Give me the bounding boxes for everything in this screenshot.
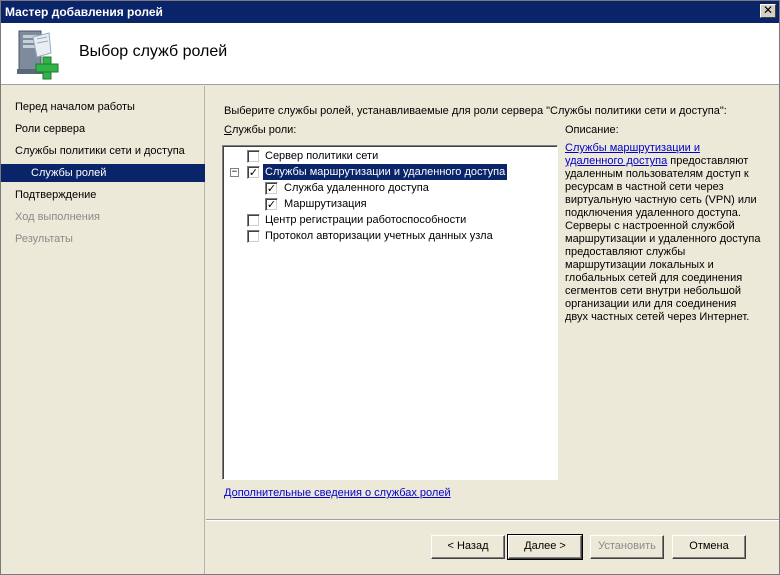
install-button: Установить (590, 535, 664, 559)
nav-item-network-policy-services[interactable]: Службы политики сети и доступа (1, 142, 205, 160)
checkbox-routing[interactable]: ✓ (265, 198, 278, 211)
check-icon: ✓ (266, 182, 277, 195)
tree-item-nps[interactable]: Сервер политики сети (223, 148, 553, 164)
close-icon: ✕ (762, 3, 774, 17)
checkbox-remote-access-service[interactable]: ✓ (265, 182, 278, 195)
nav-item-progress: Ход выполнения (15, 211, 100, 223)
tree-item-label: Служба удаленного доступа (284, 182, 429, 194)
checkbox-nps[interactable] (247, 150, 260, 163)
nav-item-before-you-begin[interactable]: Перед началом работы (1, 98, 205, 116)
back-button[interactable]: < Назад (431, 535, 505, 559)
tree-item-hcap[interactable]: Протокол авторизации учетных данных узла (223, 228, 553, 244)
page-title: Выбор служб ролей (79, 43, 228, 60)
wizard-content: Выберите службы ролей, устанавливаемые д… (206, 86, 779, 574)
checkbox-hcap[interactable] (247, 230, 260, 243)
instruction-text: Выберите службы ролей, устанавливаемые д… (224, 105, 727, 117)
tree-item-label: Службы маршрутизации и удаленного доступ… (263, 164, 508, 180)
more-info-link[interactable]: Дополнительные сведения о службах ролей (224, 487, 451, 499)
cancel-button[interactable]: Отмена (672, 535, 746, 559)
title-bar[interactable]: Мастер добавления ролей ✕ (1, 1, 779, 23)
wizard-nav: Перед началом работы Роли сервера Службы… (1, 86, 205, 574)
tree-item-label: Протокол авторизации учетных данных узла (265, 230, 493, 242)
tree-item-rras[interactable]: − ✓ Службы маршрутизации и удаленного до… (223, 164, 553, 180)
description-body: предоставляют удаленным пользователям до… (565, 155, 761, 323)
next-button[interactable]: Далее > (507, 534, 583, 560)
role-services-tree[interactable]: Сервер политики сети − ✓ Службы маршрути… (222, 145, 558, 480)
tree-item-label: Маршрутизация (284, 198, 367, 210)
tree-item-remote-access-service[interactable]: ✓ Служба удаленного доступа (223, 180, 553, 196)
tree-item-label: Сервер политики сети (265, 150, 379, 162)
role-services-label: Службы роли: (224, 124, 296, 136)
server-roles-add-icon (17, 30, 59, 80)
wizard-window: Мастер добавления ролей ✕ Выбор служб ро… (0, 0, 780, 575)
collapse-icon[interactable]: − (230, 168, 239, 177)
close-button[interactable]: ✕ (760, 4, 776, 18)
check-icon: ✓ (266, 198, 277, 211)
tree-item-hra[interactable]: Центр регистрации работоспособности (223, 212, 553, 228)
nav-item-results: Результаты (15, 233, 73, 245)
nav-item-confirmation[interactable]: Подтверждение (1, 186, 205, 204)
description-text: Службы маршрутизации и удаленного доступ… (565, 142, 761, 324)
window-title: Мастер добавления ролей (5, 5, 163, 19)
role-services-label-accel: С (224, 124, 232, 136)
wizard-header: Выбор служб ролей (1, 23, 779, 85)
checkbox-hra[interactable] (247, 214, 260, 227)
role-services-label-rest: лужбы роли: (231, 124, 297, 136)
checkbox-rras[interactable]: ✓ (247, 166, 260, 179)
tree-item-label: Центр регистрации работоспособности (265, 214, 467, 226)
description-title: Описание: (565, 124, 619, 136)
footer-divider (206, 519, 779, 521)
nav-item-server-roles[interactable]: Роли сервера (1, 120, 205, 138)
nav-item-role-services[interactable]: Службы ролей (1, 164, 205, 182)
tree-item-routing[interactable]: ✓ Маршрутизация (223, 196, 553, 212)
check-icon: ✓ (248, 166, 259, 179)
